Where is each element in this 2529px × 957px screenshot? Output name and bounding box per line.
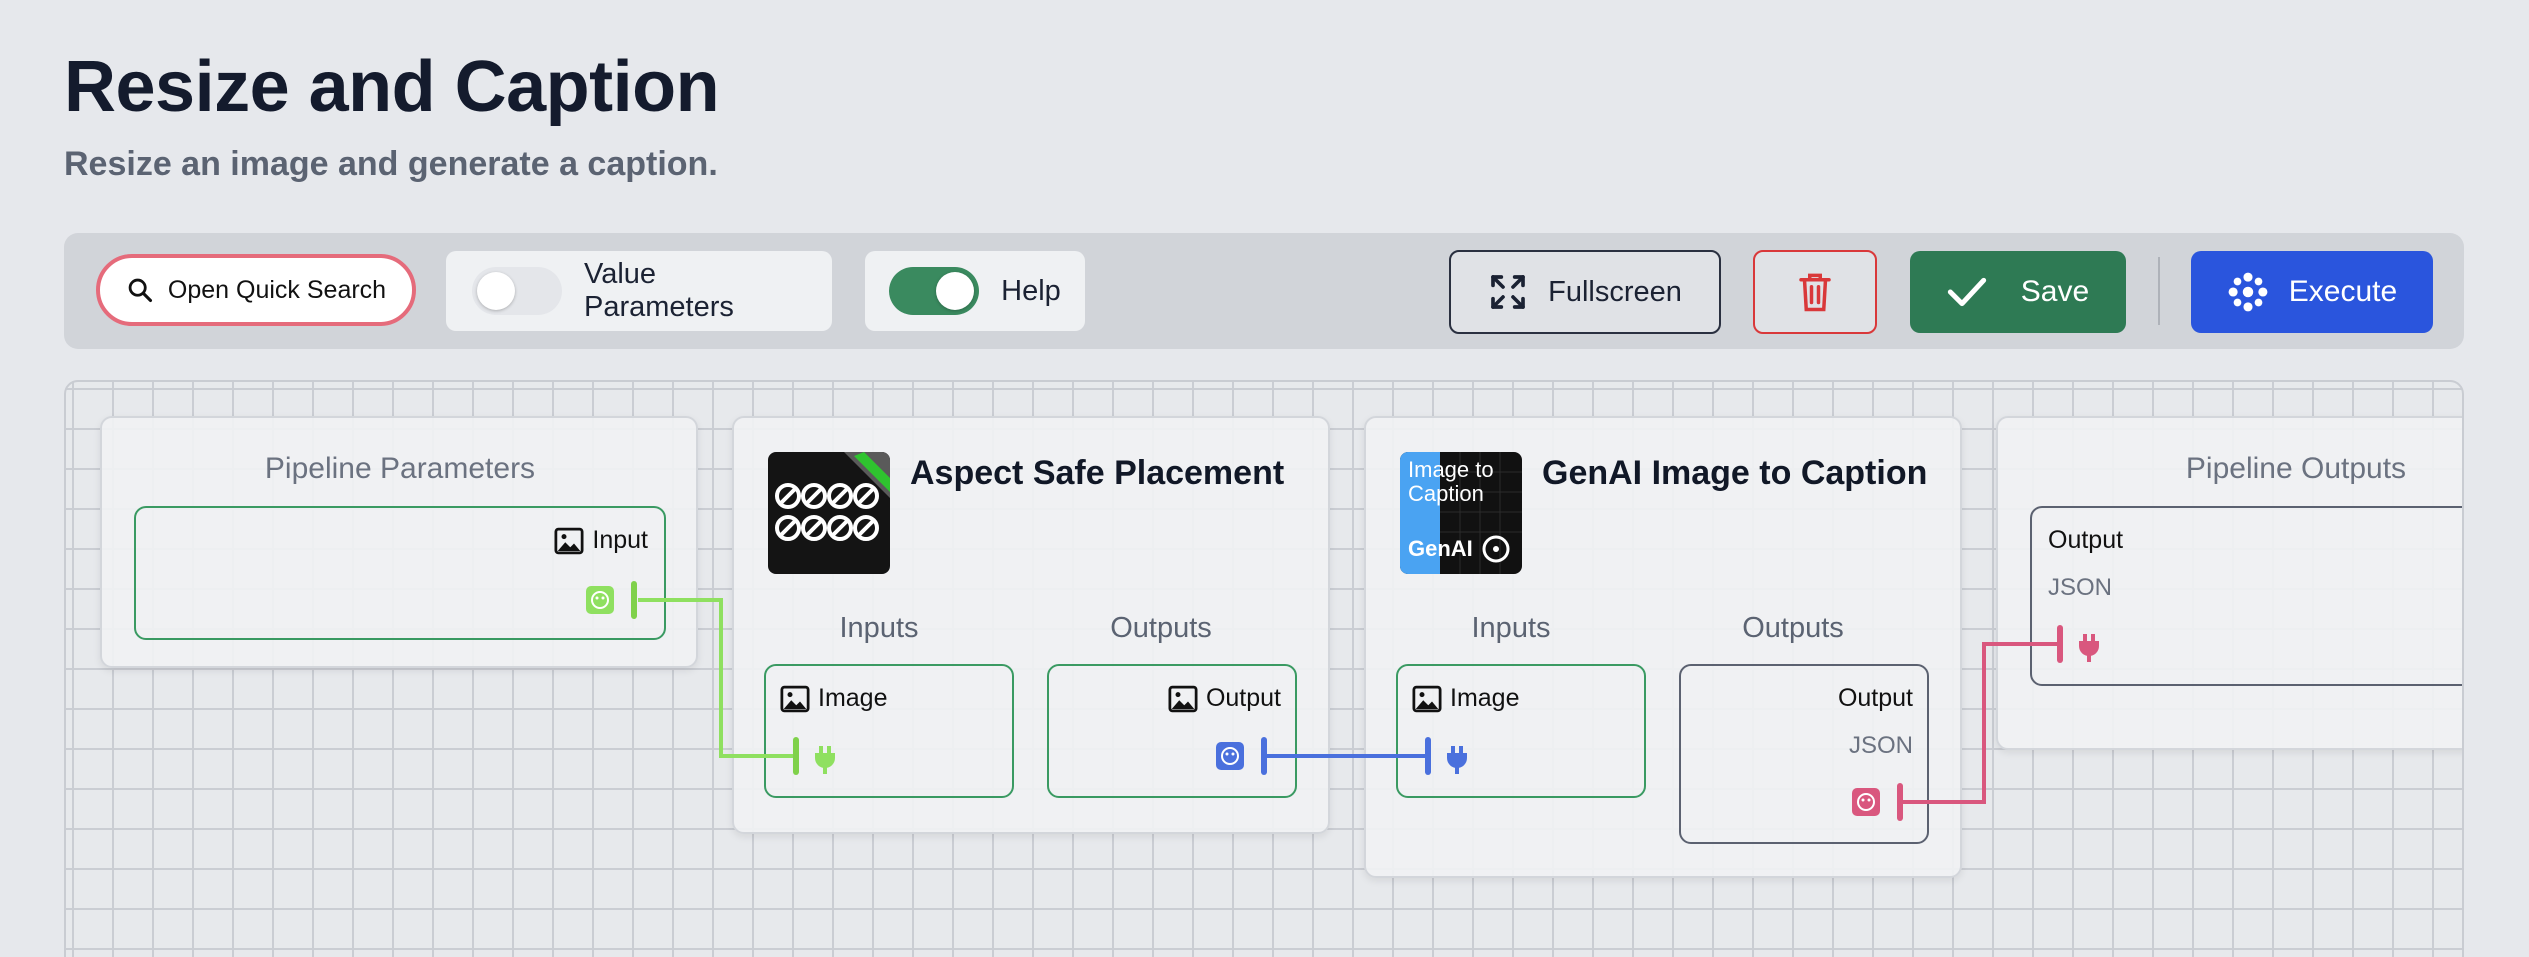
socket-icon bbox=[1852, 788, 1880, 816]
plug-icon bbox=[815, 746, 835, 774]
expand-icon bbox=[1491, 275, 1525, 309]
json-connection-wire bbox=[1902, 642, 2060, 804]
toolbar: Open Quick Search Value Parameters Help … bbox=[64, 233, 2464, 349]
execute-icon bbox=[2228, 272, 2268, 312]
switch-knob bbox=[936, 272, 975, 310]
execute-label: Execute bbox=[2288, 275, 2398, 308]
search-icon bbox=[128, 278, 152, 303]
save-button[interactable]: Save bbox=[1910, 251, 2126, 333]
open-quick-search-button[interactable]: Open Quick Search bbox=[96, 254, 416, 326]
page-title: Resize and Caption bbox=[64, 47, 720, 127]
help-label: Help bbox=[1001, 274, 1061, 307]
quick-search-label: Open Quick Search bbox=[167, 275, 387, 304]
connection-layer bbox=[586, 581, 2099, 821]
help-toggle[interactable]: Help bbox=[865, 251, 1085, 331]
execute-button[interactable]: Execute bbox=[2191, 251, 2433, 333]
socket-icon bbox=[1216, 742, 1244, 770]
toolbar-divider bbox=[2158, 257, 2160, 325]
fullscreen-label: Fullscreen bbox=[1548, 275, 1682, 308]
image-connection-wire bbox=[638, 598, 796, 758]
socket-icon bbox=[586, 586, 614, 614]
plug-icon bbox=[2079, 634, 2099, 662]
value-parameters-toggle[interactable]: Value Parameters bbox=[446, 251, 832, 331]
value-parameters-switch[interactable] bbox=[472, 267, 562, 315]
help-switch[interactable] bbox=[889, 267, 980, 315]
trash-icon bbox=[1799, 273, 1831, 312]
plug-icon bbox=[1447, 746, 1467, 774]
delete-button[interactable] bbox=[1753, 250, 1877, 334]
switch-knob bbox=[477, 272, 515, 310]
page-subtitle: Resize an image and generate a caption. bbox=[64, 145, 718, 183]
pipeline-canvas[interactable]: Pipeline Parameters Input Aspect Safe Pl… bbox=[64, 380, 2464, 957]
fullscreen-button[interactable]: Fullscreen bbox=[1449, 250, 1721, 334]
checkmark-icon bbox=[1947, 277, 1986, 307]
save-label: Save bbox=[2020, 275, 2090, 308]
value-parameters-label: Value Parameters bbox=[584, 258, 734, 323]
